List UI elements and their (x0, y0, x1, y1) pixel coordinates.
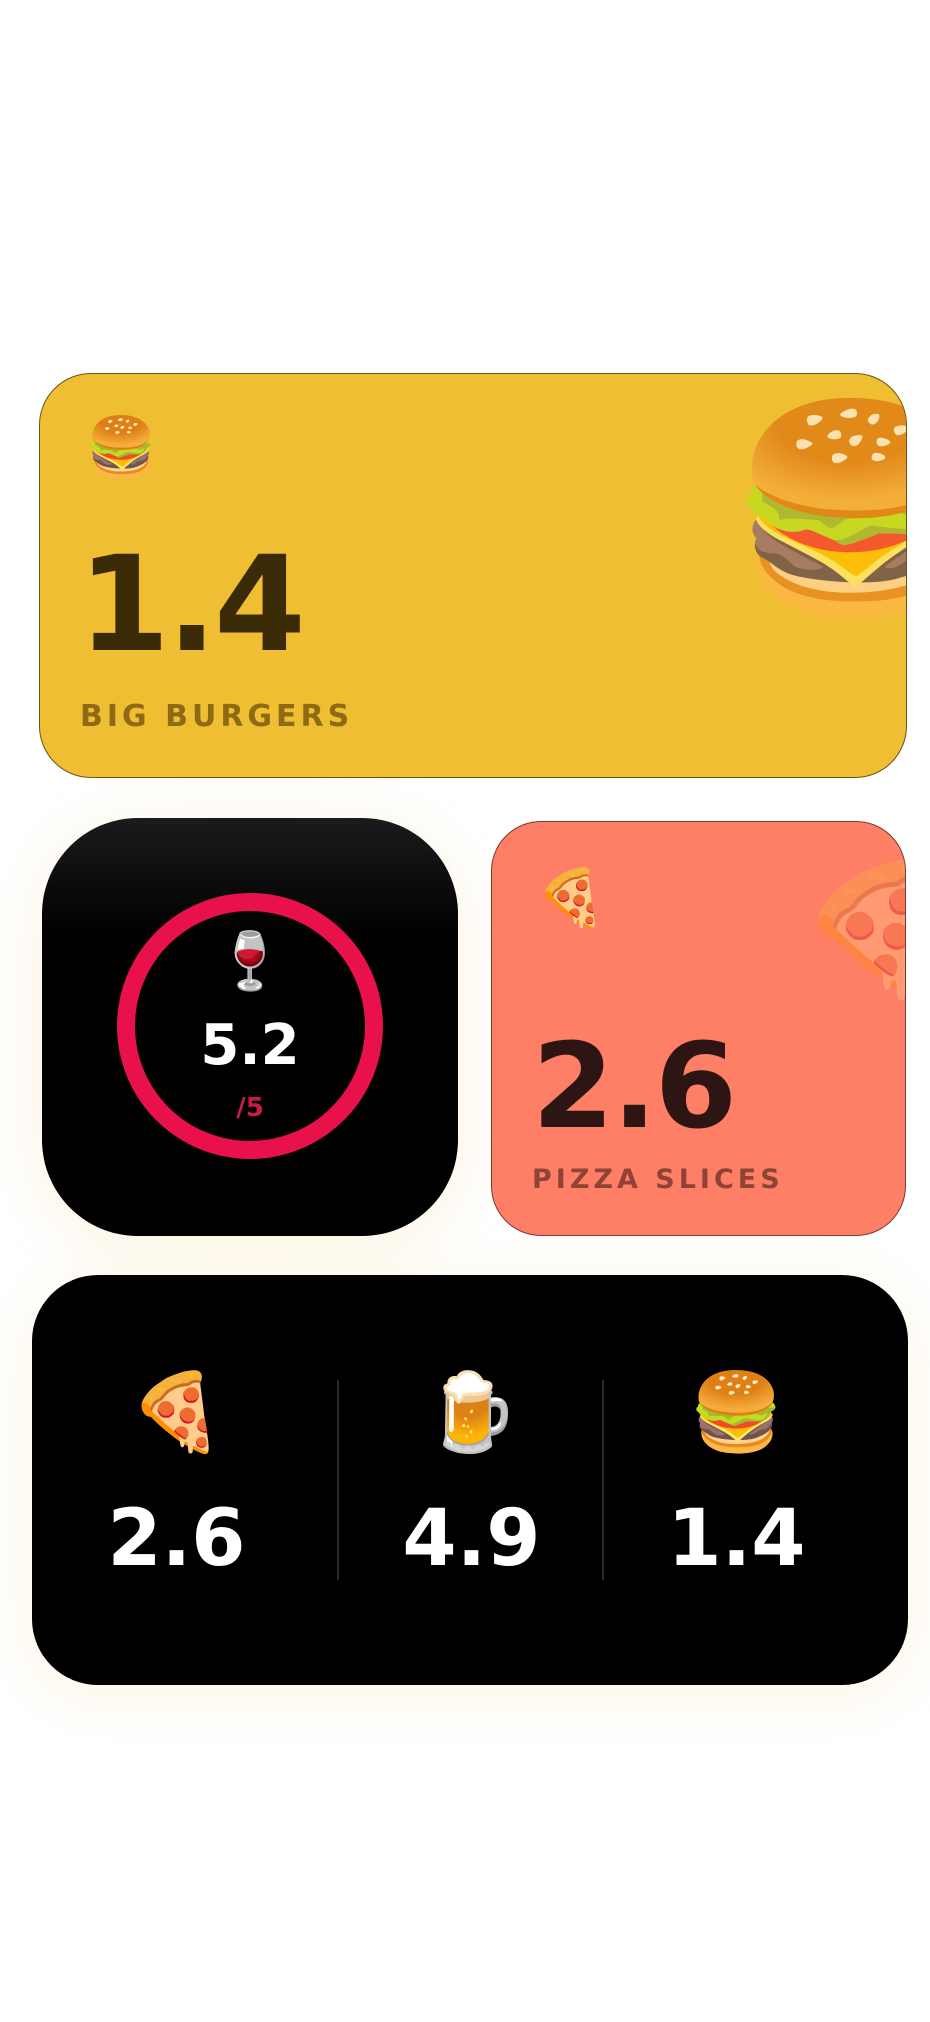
summary-item-burger: 🍔 1.4 (604, 1275, 869, 1685)
beer-mug-icon: 🍺 (424, 1370, 519, 1455)
summary-widget[interactable]: 🍕 2.6 🍺 4.9 🍔 1.4 (32, 1275, 908, 1685)
pizza-count: 2.6 (532, 1017, 737, 1155)
summary-beer-value: 4.9 (402, 1494, 541, 1584)
wine-goal: /5 (236, 1093, 264, 1123)
summary-item-pizza: 🍕 2.6 (44, 1275, 309, 1685)
pizza-label: PIZZA SLICES (532, 1164, 784, 1195)
wine-count: 5.2 (200, 1013, 300, 1078)
pizza-widget[interactable]: 🍕 🍕 2.6 PIZZA SLICES (491, 821, 906, 1236)
summary-pizza-value: 2.6 (107, 1494, 246, 1584)
burger-count: 1.4 (78, 528, 306, 682)
summary-burger-value: 1.4 (667, 1494, 806, 1584)
pizza-background-icon: 🍕 (798, 867, 905, 995)
burger-icon: 🍔 (689, 1370, 784, 1455)
wine-glass-icon: 🍷 (215, 929, 285, 992)
burger-widget[interactable]: 🍔 🍔 1.4 BIG BURGERS (39, 373, 907, 778)
summary-item-beer: 🍺 4.9 (339, 1275, 604, 1685)
wine-widget[interactable]: 🍷 5.2 /5 (42, 818, 458, 1236)
pizza-icon: 🍕 (129, 1370, 224, 1455)
burger-label: BIG BURGERS (80, 699, 354, 734)
burger-icon: 🍔 (85, 415, 158, 480)
burger-background-icon: 🍔 (727, 409, 906, 609)
pizza-icon: 🍕 (536, 866, 606, 929)
